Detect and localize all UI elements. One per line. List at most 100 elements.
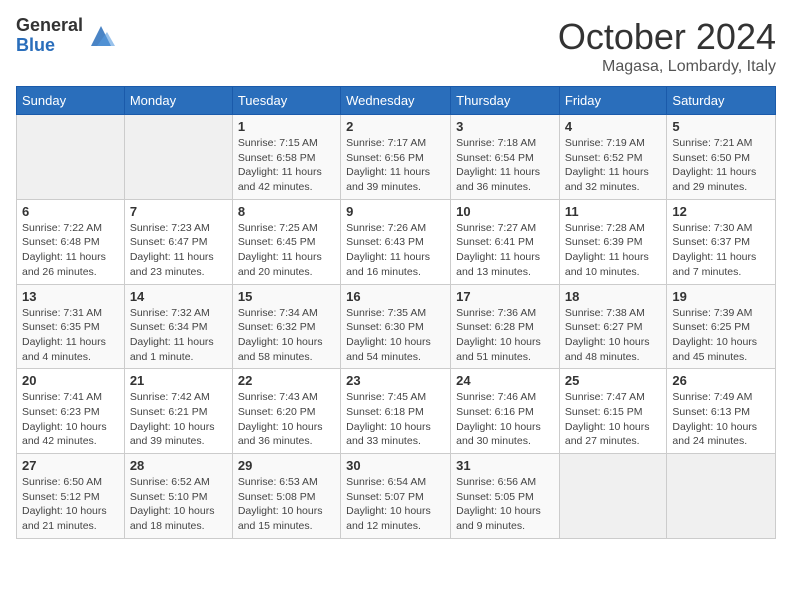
cell-content: Sunrise: 6:50 AM Sunset: 5:12 PM Dayligh…: [22, 475, 119, 534]
day-number: 30: [346, 458, 445, 473]
day-number: 28: [130, 458, 227, 473]
cell-content: Sunrise: 7:15 AM Sunset: 6:58 PM Dayligh…: [238, 136, 335, 195]
calendar-header-saturday: Saturday: [667, 87, 776, 115]
cell-content: Sunrise: 7:18 AM Sunset: 6:54 PM Dayligh…: [456, 136, 554, 195]
logo-blue-text: Blue: [16, 36, 83, 56]
calendar-cell: 24 Sunrise: 7:46 AM Sunset: 6:16 PM Dayli…: [451, 369, 560, 454]
day-number: 18: [565, 289, 662, 304]
calendar-cell: [17, 115, 125, 200]
calendar-week-row: 13Sunrise: 7:31 AM Sunset: 6:35 PM Dayli…: [17, 284, 776, 369]
calendar-cell: 12Sunrise: 7:30 AM Sunset: 6:37 PM Dayli…: [667, 199, 776, 284]
cell-content: Sunrise: 7:30 AM Sunset: 6:37 PM Dayligh…: [672, 221, 770, 280]
cell-content: Sunrise: 7:45 AM Sunset: 6:18 PM Dayligh…: [346, 390, 445, 449]
day-number: 1: [238, 119, 335, 134]
calendar-body: 1 Sunrise: 7:15 AM Sunset: 6:58 PM Daylig…: [17, 115, 776, 539]
day-number: 8: [238, 204, 335, 219]
calendar-header-thursday: Thursday: [451, 87, 560, 115]
cell-content: Sunrise: 7:36 AM Sunset: 6:28 PM Dayligh…: [456, 306, 554, 365]
cell-content: Sunrise: 7:32 AM Sunset: 6:34 PM Dayligh…: [130, 306, 227, 365]
cell-content: Sunrise: 7:42 AM Sunset: 6:21 PM Dayligh…: [130, 390, 227, 449]
calendar-header-friday: Friday: [559, 87, 667, 115]
calendar-header-tuesday: Tuesday: [232, 87, 340, 115]
calendar-cell: 15 Sunrise: 7:34 AM Sunset: 6:32 PM Dayli…: [232, 284, 340, 369]
cell-content: Sunrise: 7:46 AM Sunset: 6:16 PM Dayligh…: [456, 390, 554, 449]
calendar-cell: 1 Sunrise: 7:15 AM Sunset: 6:58 PM Daylig…: [232, 115, 340, 200]
calendar-cell: 10 Sunrise: 7:27 AM Sunset: 6:41 PM Dayli…: [451, 199, 560, 284]
cell-content: Sunrise: 7:25 AM Sunset: 6:45 PM Dayligh…: [238, 221, 335, 280]
cell-content: Sunrise: 7:21 AM Sunset: 6:50 PM Dayligh…: [672, 136, 770, 195]
calendar-cell: 22 Sunrise: 7:43 AM Sunset: 6:20 PM Dayli…: [232, 369, 340, 454]
calendar-cell: 17 Sunrise: 7:36 AM Sunset: 6:28 PM Dayli…: [451, 284, 560, 369]
day-number: 16: [346, 289, 445, 304]
calendar-cell: 13Sunrise: 7:31 AM Sunset: 6:35 PM Dayli…: [17, 284, 125, 369]
calendar-cell: 11Sunrise: 7:28 AM Sunset: 6:39 PM Dayli…: [559, 199, 667, 284]
day-number: 25: [565, 373, 662, 388]
day-number: 19: [672, 289, 770, 304]
calendar-cell: 27Sunrise: 6:50 AM Sunset: 5:12 PM Dayli…: [17, 454, 125, 539]
calendar-cell: 19 Sunrise: 7:39 AM Sunset: 6:25 PM Dayli…: [667, 284, 776, 369]
calendar-cell: 31 Sunrise: 6:56 AM Sunset: 5:05 PM Dayli…: [451, 454, 560, 539]
day-number: 14: [130, 289, 227, 304]
day-number: 4: [565, 119, 662, 134]
page-header: General Blue October 2024 Magasa, Lombar…: [16, 16, 776, 76]
day-number: 21: [130, 373, 227, 388]
calendar-cell: 23 Sunrise: 7:45 AM Sunset: 6:18 PM Dayli…: [341, 369, 451, 454]
calendar-cell: 9 Sunrise: 7:26 AM Sunset: 6:43 PM Daylig…: [341, 199, 451, 284]
cell-content: Sunrise: 7:19 AM Sunset: 6:52 PM Dayligh…: [565, 136, 662, 195]
day-number: 9: [346, 204, 445, 219]
cell-content: Sunrise: 7:49 AM Sunset: 6:13 PM Dayligh…: [672, 390, 770, 449]
cell-content: Sunrise: 7:35 AM Sunset: 6:30 PM Dayligh…: [346, 306, 445, 365]
cell-content: Sunrise: 6:56 AM Sunset: 5:05 PM Dayligh…: [456, 475, 554, 534]
calendar-cell: 3Sunrise: 7:18 AM Sunset: 6:54 PM Daylig…: [451, 115, 560, 200]
day-number: 17: [456, 289, 554, 304]
cell-content: Sunrise: 7:38 AM Sunset: 6:27 PM Dayligh…: [565, 306, 662, 365]
calendar-cell: 26Sunrise: 7:49 AM Sunset: 6:13 PM Dayli…: [667, 369, 776, 454]
logo-icon: [87, 22, 115, 50]
calendar-cell: 5 Sunrise: 7:21 AM Sunset: 6:50 PM Daylig…: [667, 115, 776, 200]
calendar-cell: 18 Sunrise: 7:38 AM Sunset: 6:27 PM Dayli…: [559, 284, 667, 369]
cell-content: Sunrise: 7:26 AM Sunset: 6:43 PM Dayligh…: [346, 221, 445, 280]
cell-content: Sunrise: 7:27 AM Sunset: 6:41 PM Dayligh…: [456, 221, 554, 280]
calendar-cell: 7 Sunrise: 7:23 AM Sunset: 6:47 PM Daylig…: [124, 199, 232, 284]
calendar-cell: 6Sunrise: 7:22 AM Sunset: 6:48 PM Daylig…: [17, 199, 125, 284]
cell-content: Sunrise: 7:34 AM Sunset: 6:32 PM Dayligh…: [238, 306, 335, 365]
day-number: 15: [238, 289, 335, 304]
cell-content: Sunrise: 7:23 AM Sunset: 6:47 PM Dayligh…: [130, 221, 227, 280]
calendar-week-row: 27Sunrise: 6:50 AM Sunset: 5:12 PM Dayli…: [17, 454, 776, 539]
title-block: October 2024 Magasa, Lombardy, Italy: [558, 16, 776, 76]
calendar-week-row: 1 Sunrise: 7:15 AM Sunset: 6:58 PM Daylig…: [17, 115, 776, 200]
calendar-cell: 28 Sunrise: 6:52 AM Sunset: 5:10 PM Dayli…: [124, 454, 232, 539]
day-number: 5: [672, 119, 770, 134]
day-number: 23: [346, 373, 445, 388]
cell-content: Sunrise: 6:52 AM Sunset: 5:10 PM Dayligh…: [130, 475, 227, 534]
calendar-cell: 25 Sunrise: 7:47 AM Sunset: 6:15 PM Dayli…: [559, 369, 667, 454]
cell-content: Sunrise: 7:39 AM Sunset: 6:25 PM Dayligh…: [672, 306, 770, 365]
day-number: 24: [456, 373, 554, 388]
cell-content: Sunrise: 7:43 AM Sunset: 6:20 PM Dayligh…: [238, 390, 335, 449]
calendar-cell: 8 Sunrise: 7:25 AM Sunset: 6:45 PM Daylig…: [232, 199, 340, 284]
cell-content: Sunrise: 7:17 AM Sunset: 6:56 PM Dayligh…: [346, 136, 445, 195]
calendar-week-row: 6Sunrise: 7:22 AM Sunset: 6:48 PM Daylig…: [17, 199, 776, 284]
calendar-cell: 16 Sunrise: 7:35 AM Sunset: 6:30 PM Dayli…: [341, 284, 451, 369]
calendar-cell: 29 Sunrise: 6:53 AM Sunset: 5:08 PM Dayli…: [232, 454, 340, 539]
calendar-cell: [559, 454, 667, 539]
calendar-cell: 20Sunrise: 7:41 AM Sunset: 6:23 PM Dayli…: [17, 369, 125, 454]
logo-general-text: General: [16, 16, 83, 36]
location-title: Magasa, Lombardy, Italy: [558, 58, 776, 76]
cell-content: Sunrise: 7:28 AM Sunset: 6:39 PM Dayligh…: [565, 221, 662, 280]
calendar-header-wednesday: Wednesday: [341, 87, 451, 115]
day-number: 2: [346, 119, 445, 134]
cell-content: Sunrise: 6:53 AM Sunset: 5:08 PM Dayligh…: [238, 475, 335, 534]
logo: General Blue: [16, 16, 115, 56]
calendar-cell: [667, 454, 776, 539]
day-number: 22: [238, 373, 335, 388]
cell-content: Sunrise: 7:47 AM Sunset: 6:15 PM Dayligh…: [565, 390, 662, 449]
calendar-cell: 2 Sunrise: 7:17 AM Sunset: 6:56 PM Daylig…: [341, 115, 451, 200]
day-number: 10: [456, 204, 554, 219]
day-number: 29: [238, 458, 335, 473]
day-number: 7: [130, 204, 227, 219]
calendar-header-monday: Monday: [124, 87, 232, 115]
calendar-week-row: 20Sunrise: 7:41 AM Sunset: 6:23 PM Dayli…: [17, 369, 776, 454]
calendar-cell: 14 Sunrise: 7:32 AM Sunset: 6:34 PM Dayli…: [124, 284, 232, 369]
day-number: 31: [456, 458, 554, 473]
